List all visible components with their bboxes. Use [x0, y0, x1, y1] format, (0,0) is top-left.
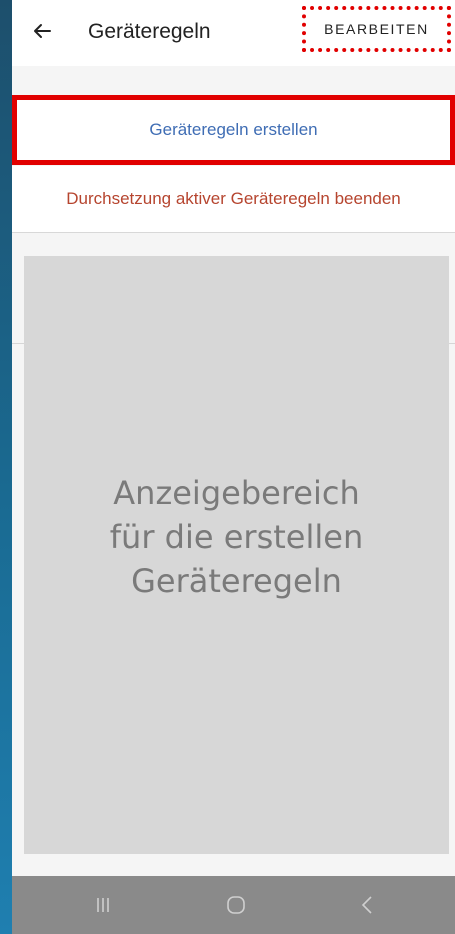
display-area-caption: Anzeigebereich für die erstellen Geräter…: [109, 474, 364, 600]
app-bar: Geräteregeln BEARBEITEN: [12, 0, 455, 66]
arrow-left-icon: [34, 24, 51, 38]
recent-apps-icon: [97, 898, 109, 912]
system-nav-bar: [12, 876, 455, 934]
home-button[interactable]: [221, 890, 251, 920]
create-rules-label: Geräteregeln erstellen: [149, 120, 318, 139]
recent-apps-button[interactable]: [88, 890, 118, 920]
nav-back-icon: [361, 896, 372, 914]
app-screen: Geräteregeln BEARBEITEN Geräteregeln ers…: [12, 0, 455, 934]
home-icon: [227, 896, 245, 914]
rules-display-area: Anzeigebereich für die erstellen Geräter…: [24, 256, 449, 854]
stop-enforcement-option[interactable]: Durchsetzung aktiver Geräteregeln beende…: [12, 166, 455, 233]
create-rules-option[interactable]: Geräteregeln erstellen: [12, 95, 455, 165]
page-title: Geräteregeln: [88, 20, 211, 43]
nav-back-button[interactable]: [352, 890, 382, 920]
edit-button[interactable]: BEARBEITEN: [302, 6, 451, 52]
stop-enforcement-label: Durchsetzung aktiver Geräteregeln beende…: [66, 189, 401, 208]
back-button[interactable]: [28, 17, 56, 45]
